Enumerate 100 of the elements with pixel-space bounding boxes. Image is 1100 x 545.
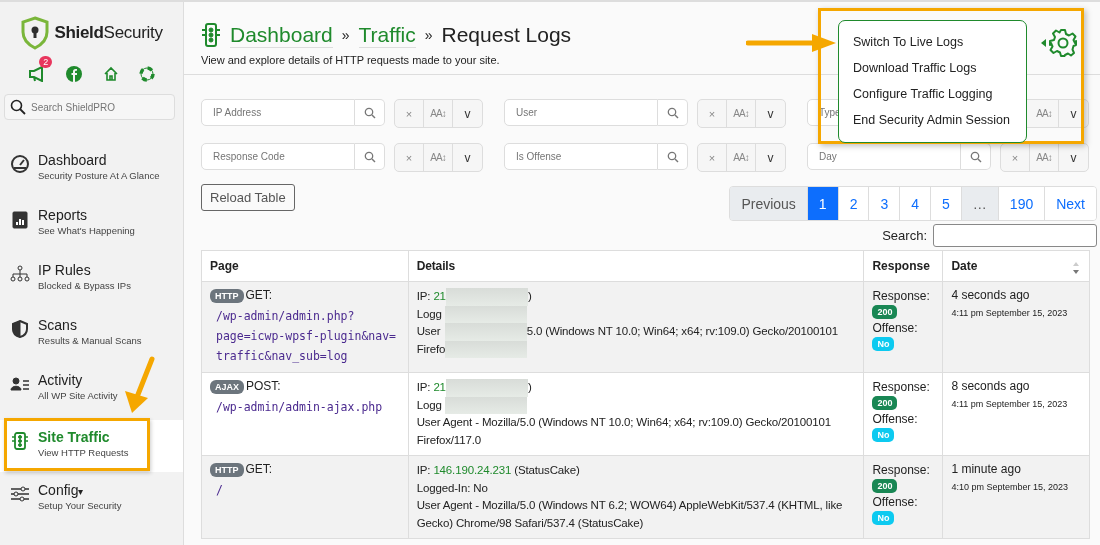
search-button[interactable] [355, 143, 385, 170]
nav-subtitle: Security Posture At A Glance [38, 170, 160, 181]
offense-status: No [872, 337, 895, 351]
filter-toggle-button[interactable]: v [453, 100, 482, 127]
filter-toggle-button[interactable]: v [1059, 144, 1088, 171]
detail-text: User [416, 324, 442, 339]
sort-icon[interactable] [1072, 261, 1080, 275]
request-method: POST: [246, 379, 281, 393]
nav-item[interactable]: Scans Results & Manual Scans [0, 313, 183, 360]
filter-field[interactable]: Day [807, 143, 961, 170]
settings-icon[interactable] [1048, 28, 1078, 58]
filter-field[interactable]: Is Offense [504, 143, 658, 170]
clear-filter-button[interactable]: × [1001, 144, 1030, 171]
search-icon [363, 150, 376, 163]
brand-name: ShieldSecurity [54, 23, 163, 43]
nav-item[interactable]: Dashboard Security Posture At A Glance [0, 148, 183, 195]
nav-subtitle: Results & Manual Scans [38, 335, 142, 346]
column-header[interactable]: Details [408, 250, 864, 282]
page-title: Request Logs [441, 23, 572, 47]
home-icon[interactable] [102, 66, 119, 82]
filter-field[interactable]: User [504, 99, 658, 126]
request-method: GET: [245, 288, 273, 302]
nav-item[interactable]: Reports See What's Happening [0, 203, 183, 250]
filter-toggle-button[interactable]: v [1059, 100, 1088, 127]
clipboard-icon [10, 209, 30, 229]
filter-field[interactable]: IP Address [201, 99, 355, 126]
breadcrumb-link[interactable]: Traffic [358, 22, 416, 48]
request-path[interactable]: /wp-admin/admin.php? page=icwp-wpsf-plugin&nav= traffic&nav_sub=log [216, 306, 400, 366]
detail-text: User Agent - Mozilla/5.0 (Windows NT 10.0; Win64; x64; rv:109.0) Gecko/20100101 [416, 415, 831, 430]
nav-subtitle: Blocked & Bypass IPs [38, 280, 131, 291]
search-icon [10, 99, 26, 115]
nav-subtitle: Setup Your Security [38, 500, 122, 511]
response-code: 200 [872, 479, 898, 493]
sliders-icon [10, 484, 30, 504]
column-header[interactable]: Date [942, 250, 1090, 282]
nav-subtitle: All WP Site Activity [38, 390, 118, 401]
breadcrumb-separator: » [341, 27, 350, 43]
clear-filter-button[interactable]: × [395, 144, 424, 171]
filter-toggle-button[interactable]: v [756, 100, 785, 127]
pagination-button[interactable]: 190 [998, 187, 1046, 220]
search-icon [666, 150, 679, 163]
search-button[interactable] [355, 99, 385, 126]
response-label: Response: [872, 379, 931, 395]
request-path[interactable]: / [216, 480, 400, 500]
notification-count: 2 [39, 56, 53, 68]
search-button[interactable] [658, 99, 688, 126]
search-button[interactable] [961, 143, 991, 170]
nav-item[interactable]: Config▾ Setup Your Security [0, 478, 183, 525]
search-icon [363, 106, 376, 119]
pagination-button[interactable]: 4 [900, 187, 932, 220]
filter-toggle-button[interactable]: v [453, 144, 482, 171]
reload-table-button[interactable]: Reload Table [201, 184, 295, 211]
annotation-arrow [122, 355, 156, 415]
clear-filter-button[interactable]: × [698, 144, 727, 171]
column-header[interactable]: Page [201, 250, 409, 282]
offense-label: Offense: [872, 411, 919, 427]
nav-item[interactable]: Activity All WP Site Activity [0, 368, 183, 415]
nav-item[interactable]: IP Rules Blocked & Bypass IPs [0, 258, 183, 305]
detail-text: Logg [416, 397, 443, 413]
offense-status: No [872, 511, 895, 525]
menu-item[interactable]: Download Traffic Logs [853, 55, 1026, 81]
menu-item[interactable]: End Security Admin Session [853, 107, 1026, 133]
table-search-field[interactable] [933, 224, 1097, 247]
filter-field[interactable]: Response Code [201, 143, 355, 170]
pagination-button[interactable]: 5 [931, 187, 962, 220]
breadcrumb-link[interactable]: Dashboard [230, 22, 333, 48]
timestamp: 4:10 pm September 15, 2023 [951, 482, 1069, 492]
shield-logo-icon [20, 16, 51, 50]
nav-title: Dashboard [38, 152, 108, 168]
detail-text: IP: 146.190.24.231 (StatusCake) [416, 463, 580, 478]
clear-filter-button[interactable]: × [698, 100, 727, 127]
network-icon [10, 264, 30, 284]
pagination-button[interactable]: Next [1045, 187, 1096, 220]
nav-title: Config▾ [38, 482, 85, 498]
request-path[interactable]: /wp-admin/admin-ajax.php [216, 397, 400, 417]
menu-item[interactable]: Switch To Live Logs [853, 29, 1026, 55]
detail-text: Logg [416, 306, 443, 322]
request-type-tag: AJAX [210, 380, 244, 394]
column-header[interactable]: Response [863, 250, 943, 282]
filter-toggle-button[interactable]: v [756, 144, 785, 171]
traffic-light-icon [201, 22, 221, 48]
shield-icon [10, 319, 30, 339]
clear-filter-button[interactable]: × [395, 100, 424, 127]
detail-text: IP: 21 [416, 289, 446, 304]
nav-title: Reports [38, 207, 89, 223]
pagination-button[interactable]: 2 [838, 187, 870, 220]
lifebuoy-icon[interactable] [138, 66, 155, 82]
pagination-button[interactable]: 3 [869, 187, 901, 220]
traffic-icon [10, 431, 30, 451]
detail-text: ) [527, 380, 532, 395]
search-label: Search: [882, 228, 927, 243]
nav-title: Activity [38, 372, 84, 388]
pagination-button[interactable]: 1 [807, 187, 839, 220]
menu-item[interactable]: Configure Traffic Logging [853, 81, 1026, 107]
detail-text: ) [527, 289, 532, 304]
person-icon [10, 374, 30, 394]
offense-label: Offense: [872, 494, 919, 510]
facebook-icon[interactable] [66, 66, 83, 82]
search-button[interactable] [658, 143, 688, 170]
search-field[interactable]: Search ShieldPRO [4, 94, 175, 120]
